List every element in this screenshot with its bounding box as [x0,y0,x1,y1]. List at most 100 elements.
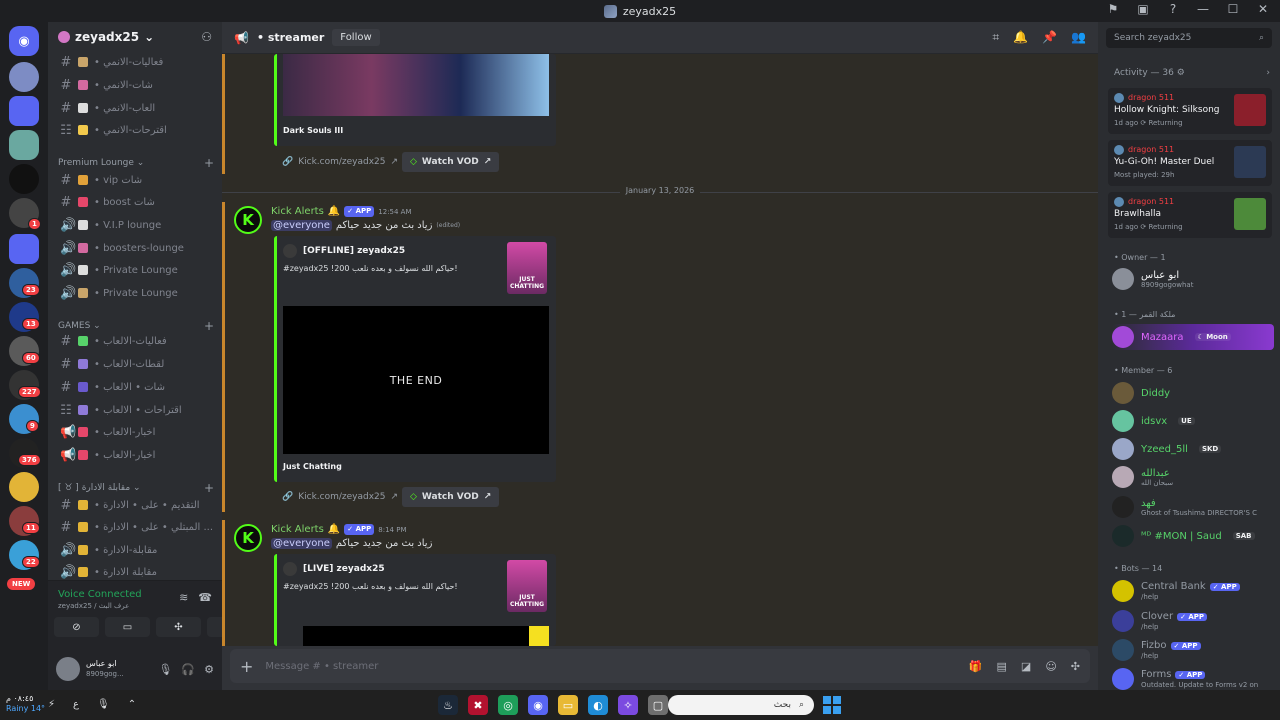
tray-clock[interactable]: ٠٨:٤٥ م Rainy 14° [6,694,45,714]
member-item[interactable]: ᴹᴰ #MON | Saud SAB [1112,525,1274,547]
threads-icon[interactable]: ⌗ [992,30,999,45]
watch-vod-button[interactable]: ◇ Watch VOD ↗ [402,487,500,507]
avatar[interactable] [56,657,80,681]
category-admin[interactable]: [ ♉ ] مقابلة الادارة ⌄ + [58,481,214,495]
channel-item[interactable]: 🔊 • مقابلة-الادارة [54,540,214,560]
server-icon[interactable] [9,472,39,502]
language-indicator[interactable]: ع [73,699,79,710]
new-badge[interactable]: NEW [7,578,36,590]
member-item[interactable]: ابو عباس 8909gogowhat [1112,268,1274,290]
app-icon[interactable]: ✖ [468,695,488,715]
channel-item[interactable]: ☷ • اقترحات-الانمي [54,120,214,140]
maximize-button[interactable]: ☐ [1224,2,1242,16]
embed-title[interactable]: [OFFLINE] zeyadx25 [283,244,405,258]
kick-link-button[interactable]: 🔗 Kick.com/zeyadx25 ↗ [274,487,406,507]
member-item[interactable]: Mazaara ☾ Moon [1112,324,1274,350]
channel-item[interactable]: 📢 • اخبار-الالعاب [54,445,214,465]
activity-card[interactable]: dragon 511 Brawlhalla 1d ago ⟳ Returning [1108,192,1272,238]
copilot-icon[interactable]: ✧ [618,695,638,715]
discord-home-icon[interactable]: ◉ [9,26,39,56]
apps-icon[interactable]: ✣ [1071,660,1080,673]
embed-title[interactable]: [LIVE] zeyadx25 [283,562,385,576]
steam-icon[interactable]: ♨ [438,695,458,715]
discord-icon[interactable]: ◉ [528,695,548,715]
screen-share-icon[interactable]: ▭ [105,617,150,637]
windows-start-icon[interactable] [822,695,842,715]
minimize-button[interactable]: — [1194,2,1212,16]
channel-item[interactable]: ☷ • اقتراحات • الالعاب [54,400,214,420]
voice-channel-link[interactable]: zeyadx25 / عرف البث [58,602,129,610]
member-item[interactable]: فهد Ghost of Tsushima DIRECTOR'S C [1112,496,1274,518]
member-item[interactable]: Central Bank ✓ APP/help [1112,580,1274,602]
xbox-icon[interactable]: ◎ [498,695,518,715]
screen-icon[interactable]: ▣ [1134,2,1152,16]
member-item[interactable]: Forms ✓ APP Outdated. Update to Forms v2 o… [1112,668,1274,690]
message-composer[interactable]: + Message # • streamer 🎁 ▤ ◪ ☺ ✣ [230,649,1090,683]
add-channel-icon[interactable]: + [204,156,214,170]
noise-suppression-icon[interactable]: ≋ [179,591,188,604]
invite-people-icon[interactable]: ⚇ [201,30,212,44]
stream-thumbnail[interactable] [283,54,549,116]
channel-item[interactable]: # • المبتلي • على • الادارة ... [54,517,214,537]
kick-alerts-avatar[interactable]: K [234,206,262,234]
gift-icon[interactable]: 🎁 [969,660,983,673]
channel-item[interactable]: # • شات • الالعاب [54,377,214,397]
gif-icon[interactable]: ▤ [997,660,1007,673]
server-icon[interactable] [9,62,39,92]
channel-item[interactable]: # • العاب-الانمي [54,98,214,118]
network-icon[interactable]: ⚡ [48,699,55,710]
mic-icon[interactable]: 🎙 [158,663,172,676]
channel-item[interactable]: 🔊 • boosters-lounge [54,238,214,258]
channel-item[interactable]: # • فعاليات-الانمي [54,52,214,72]
member-item[interactable]: Yzeed_5ll SKD [1112,438,1274,460]
mic-icon[interactable]: 🎙 [97,699,110,710]
channel-item[interactable]: # • vip شات [54,170,214,190]
activity-card[interactable]: dragon 511 Hollow Knight: Silksong 1d ag… [1108,88,1272,134]
member-item[interactable]: Fizbo ✓ APP/help [1112,639,1274,661]
activity-header[interactable]: Activity — 36 ⚙ › [1114,68,1270,78]
settings-gear-icon[interactable]: ⚙ [204,663,214,676]
pin-icon[interactable]: 📌 [1042,30,1057,45]
kick-alerts-avatar[interactable]: K [234,524,262,552]
add-attachment-icon[interactable]: + [240,657,253,676]
activities-icon[interactable]: ✣ [156,617,201,637]
everyone-mention[interactable]: @everyone [271,538,332,549]
edge-icon[interactable]: ◐ [588,695,608,715]
channel-item[interactable]: # • لقطات-الالعاب [54,354,214,374]
channel-item[interactable]: 🔊 • مقابلة الادارة [54,562,214,582]
taskbar-search[interactable]: بحث ⌕ [668,695,814,715]
channel-item[interactable]: # • شات-الانمي [54,75,214,95]
bell-icon[interactable]: 🔔 [1013,30,1028,45]
channel-item[interactable]: # • boost شات [54,192,214,212]
server-icon[interactable] [9,130,39,160]
server-folder-icon[interactable] [9,234,39,264]
channel-item[interactable]: # • التقديم • على • الادارة [54,495,214,515]
stream-image[interactable]: THE END [283,306,549,454]
channel-item[interactable]: # • فعاليات-الالعاب [54,331,214,351]
add-channel-icon[interactable]: + [204,481,214,495]
watch-vod-button[interactable]: ◇ Watch VOD ↗ [402,152,500,172]
follow-button[interactable]: Follow [332,29,380,46]
message-input[interactable]: Message # • streamer [265,661,378,672]
folder-icon[interactable]: ▭ [558,695,578,715]
emoji-icon[interactable]: ☺ [1045,660,1056,673]
activity-card[interactable]: dragon 511 Yu-Gi-Oh! Master Duel Most pl… [1108,140,1272,186]
member-item[interactable]: idsvx UE [1112,410,1274,432]
camera-off-icon[interactable]: ⊘ [54,617,99,637]
inbox-icon[interactable]: ⚑ [1104,2,1122,16]
category-premium-lounge[interactable]: Premium Lounge ⌄ + [58,156,214,170]
server-folder-icon[interactable] [9,96,39,126]
everyone-mention[interactable]: @everyone [271,220,332,231]
server-header[interactable]: zeyadx25 ⌄ ⚇ [48,22,222,52]
member-item[interactable]: Diddy [1112,382,1274,404]
channel-item[interactable]: 🔊 • Private Lounge [54,260,214,280]
channel-item[interactable]: 🔊 • Private Lounge [54,283,214,303]
kick-link-button[interactable]: 🔗 Kick.com/zeyadx25 ↗ [274,152,406,172]
headphones-icon[interactable]: 🎧 [181,663,195,676]
stream-image[interactable] [303,626,549,646]
disconnect-icon[interactable]: ☎ [198,591,212,604]
help-icon[interactable]: ? [1164,2,1182,16]
app-icon[interactable]: ▢ [648,695,668,715]
member-item[interactable]: عبدالله سبحان الله [1112,466,1274,488]
sticker-icon[interactable]: ◪ [1021,660,1031,673]
